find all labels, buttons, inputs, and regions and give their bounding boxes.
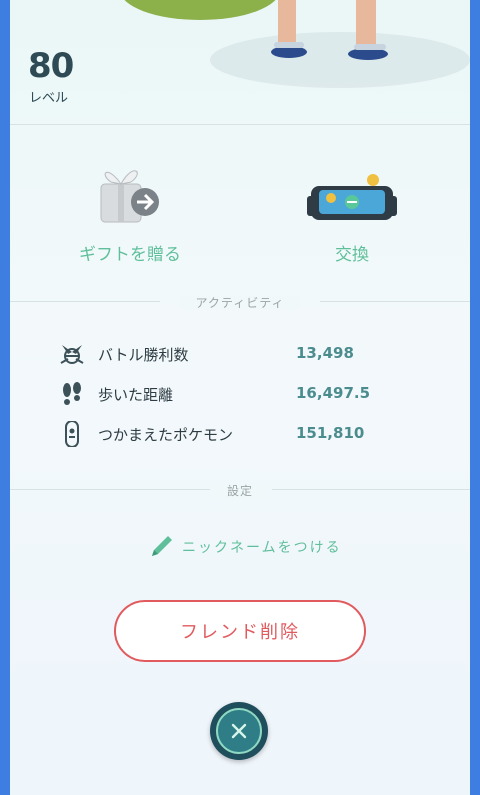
stat-value: 13,498 [296,344,354,362]
friend-profile-panel: 80 レベル ギフトを贈る 交換 アクティビティ バトル勝利数 13,498 歩… [10,0,470,795]
stat-row-distance: 歩いた距離 16,497.5 [58,381,438,407]
stat-row-captures: つかまえたポケモン 151,810 [58,421,438,447]
level-value: 80 [28,46,74,86]
trainer-avatar [124,0,470,88]
trade-icon [307,174,397,220]
stat-value: 16,497.5 [296,384,371,402]
nickname-label: ニックネームをつける [182,540,342,556]
send-gift-button[interactable]: ギフトを贈る [50,158,210,265]
settings-section-title: 設定 [10,482,470,499]
footprints-icon [63,382,81,405]
stat-label: 歩いた距離 [98,386,174,404]
pencil-icon [152,536,172,556]
stat-row-battles: バトル勝利数 13,498 [58,341,438,367]
close-button-inner [216,708,262,754]
trade-label: 交換 [335,245,369,265]
battle-icon [60,345,84,364]
settings-title-text: 設定 [210,484,269,498]
capture-icon [65,421,79,447]
stat-label: バトル勝利数 [98,346,189,364]
stat-value: 151,810 [296,424,365,442]
close-icon [231,723,247,739]
trade-button[interactable]: 交換 [272,168,432,265]
divider [10,124,470,125]
level-label: レベル [29,91,69,106]
activity-section-title: アクティビティ [10,294,470,311]
gift-icon [100,170,159,223]
avatar-area: 80 レベル [10,0,470,106]
close-button[interactable] [210,702,268,760]
remove-friend-button[interactable]: フレンド削除 [114,600,366,662]
stat-label: つかまえたポケモン [98,426,234,444]
activity-title-text: アクティビティ [179,296,301,310]
send-gift-label: ギフトを贈る [79,245,181,265]
remove-friend-label: フレンド削除 [180,622,300,643]
